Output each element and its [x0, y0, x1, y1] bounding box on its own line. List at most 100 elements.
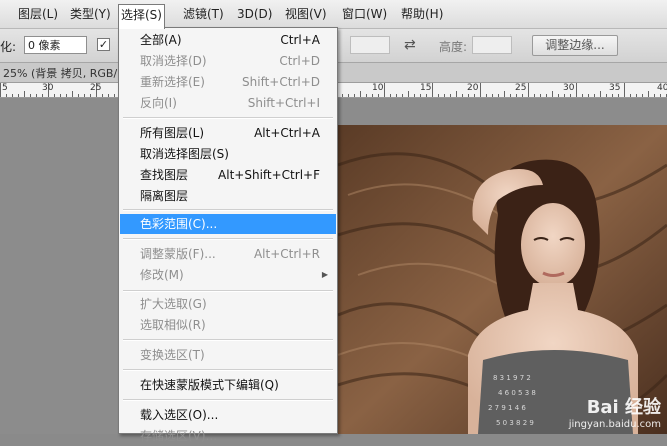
feather-label: 化: — [0, 40, 17, 54]
menu-item-save-selection[interactable]: 存储选区(V)... — [120, 426, 336, 446]
ruler-tick — [78, 94, 79, 97]
menu-item-shortcut: Ctrl+D — [279, 54, 320, 68]
ruler-tick — [468, 94, 469, 97]
ruler-tick — [552, 91, 553, 97]
menu-item-label: 取消选择图层(S) — [140, 147, 229, 161]
ruler-tick — [648, 91, 649, 97]
menu-item-refine-mask[interactable]: 调整蒙版(F)... Alt+Ctrl+R — [120, 244, 336, 264]
menu-bar: 图层(L) 类型(Y) 选择(S) 滤镜(T) 3D(D) 视图(V) 窗口(W… — [0, 0, 667, 29]
menu-item-label: 取消选择(D) — [140, 54, 207, 68]
menu-item-label: 变换选区(T) — [140, 348, 205, 362]
ruler-tick — [432, 83, 433, 97]
ruler-tick — [378, 94, 379, 97]
menu-item-label: 所有图层(L) — [140, 126, 205, 140]
ruler-tick — [396, 94, 397, 97]
ruler-label: 30 — [563, 83, 575, 93]
ruler-tick — [354, 94, 355, 97]
ruler-tick — [588, 94, 589, 97]
ruler-tick — [474, 94, 475, 97]
ruler-tick — [0, 83, 1, 97]
menu-item-similar[interactable]: 选取相似(R) — [120, 315, 336, 335]
menu-item-label: 载入选区(O)... — [140, 408, 219, 422]
ruler-tick — [90, 94, 91, 97]
ruler-tick — [534, 94, 535, 97]
menu-item-all-layers[interactable]: 所有图层(L) Alt+Ctrl+A — [120, 123, 336, 143]
ruler-tick — [372, 94, 373, 97]
ruler-label: 20 — [467, 83, 479, 93]
feather-input[interactable]: 0 像素 — [24, 36, 87, 54]
width-input[interactable] — [350, 36, 390, 54]
menu-item-shortcut: Ctrl+A — [280, 33, 320, 47]
watermark-url: jingyan.baidu.com — [568, 419, 661, 430]
menu-type[interactable]: 类型(Y) — [68, 5, 113, 23]
menu-item-grow[interactable]: 扩大选取(G) — [120, 294, 336, 314]
swap-icon[interactable]: ⇄ — [404, 37, 416, 53]
menu-item-color-range[interactable]: 色彩范围(C)... — [120, 214, 336, 234]
menu-separator — [123, 117, 333, 119]
menu-layer[interactable]: 图层(L) — [16, 5, 60, 23]
ruler-tick — [618, 94, 619, 97]
ruler-tick — [84, 94, 85, 97]
menu-item-inverse[interactable]: 反向(I) Shift+Ctrl+I — [120, 93, 336, 113]
menu-window[interactable]: 窗口(W) — [340, 5, 389, 23]
anti-alias-checkbox[interactable]: ✓ — [97, 38, 110, 51]
document-photo[interactable]: 8 3 1 9 7 2 4 6 0 5 3 8 2 7 9 1 4 6 5 0 … — [338, 125, 667, 434]
menu-item-transform-selection[interactable]: 变换选区(T) — [120, 345, 336, 365]
ruler-tick — [366, 94, 367, 97]
ruler-tick — [30, 94, 31, 97]
menu-help[interactable]: 帮助(H) — [399, 5, 445, 23]
menu-separator — [123, 238, 333, 240]
menu-item-select-all[interactable]: 全部(A) Ctrl+A — [120, 30, 336, 50]
menu-item-find-layers[interactable]: 查找图层 Alt+Shift+Ctrl+F — [120, 165, 336, 185]
menu-select[interactable]: 选择(S) — [118, 4, 165, 29]
ruler-tick — [66, 94, 67, 97]
ruler-tick — [576, 83, 577, 97]
ruler-tick — [510, 94, 511, 97]
ruler-tick — [558, 94, 559, 97]
ruler-tick — [582, 94, 583, 97]
menu-item-label: 扩大选取(G) — [140, 297, 207, 311]
menu-item-shortcut: Shift+Ctrl+I — [247, 96, 320, 110]
menu-separator — [123, 369, 333, 371]
ruler-tick — [540, 94, 541, 97]
ruler-tick — [348, 94, 349, 97]
ruler-tick — [606, 94, 607, 97]
menu-3d[interactable]: 3D(D) — [235, 5, 274, 23]
ruler-tick — [630, 94, 631, 97]
ruler-tick — [624, 83, 625, 97]
menu-item-label: 选取相似(R) — [140, 318, 206, 332]
ruler-tick — [36, 94, 37, 97]
ruler-tick — [486, 94, 487, 97]
menu-view[interactable]: 视图(V) — [283, 5, 329, 23]
menu-item-modify[interactable]: 修改(M) ▶ — [120, 265, 336, 285]
ruler-tick — [18, 94, 19, 97]
refine-edge-button[interactable]: 调整边缘... — [532, 35, 618, 56]
menu-item-load-selection[interactable]: 载入选区(O)... — [120, 405, 336, 425]
photo-image: 8 3 1 9 7 2 4 6 0 5 3 8 2 7 9 1 4 6 5 0 … — [338, 125, 667, 434]
ruler-tick — [24, 91, 25, 97]
menu-item-label: 修改(M) — [140, 268, 184, 282]
watermark-brand: Bai 经验 — [586, 397, 661, 418]
ruler-tick — [642, 94, 643, 97]
menu-item-deselect[interactable]: 取消选择(D) Ctrl+D — [120, 51, 336, 71]
ruler-tick — [492, 94, 493, 97]
ruler-tick — [660, 94, 661, 97]
menu-filter[interactable]: 滤镜(T) — [181, 5, 226, 23]
ruler-tick — [102, 94, 103, 97]
ruler-label: 10 — [372, 83, 384, 93]
ruler-tick — [12, 94, 13, 97]
select-menu-dropdown: 全部(A) Ctrl+A 取消选择(D) Ctrl+D 重新选择(E) Shif… — [118, 27, 338, 443]
svg-text:4 6 0 5 3 8: 4 6 0 5 3 8 — [498, 389, 536, 397]
menu-item-reselect[interactable]: 重新选择(E) Shift+Ctrl+D — [120, 72, 336, 92]
menu-item-label: 调整蒙版(F)... — [140, 247, 216, 261]
ruler-tick — [108, 94, 109, 97]
ruler-tick — [456, 91, 457, 97]
height-input[interactable] — [472, 36, 512, 54]
submenu-arrow-icon: ▶ — [321, 270, 328, 279]
menu-item-label: 色彩范围(C)... — [140, 217, 218, 231]
menu-separator — [123, 290, 333, 292]
menu-item-isolate-layers[interactable]: 隔离图层 — [120, 186, 336, 206]
menu-item-quick-mask[interactable]: 在快速蒙版模式下编辑(Q) — [120, 375, 336, 395]
menu-item-shortcut: Alt+Ctrl+R — [253, 247, 320, 261]
menu-item-deselect-layers[interactable]: 取消选择图层(S) — [120, 144, 336, 164]
